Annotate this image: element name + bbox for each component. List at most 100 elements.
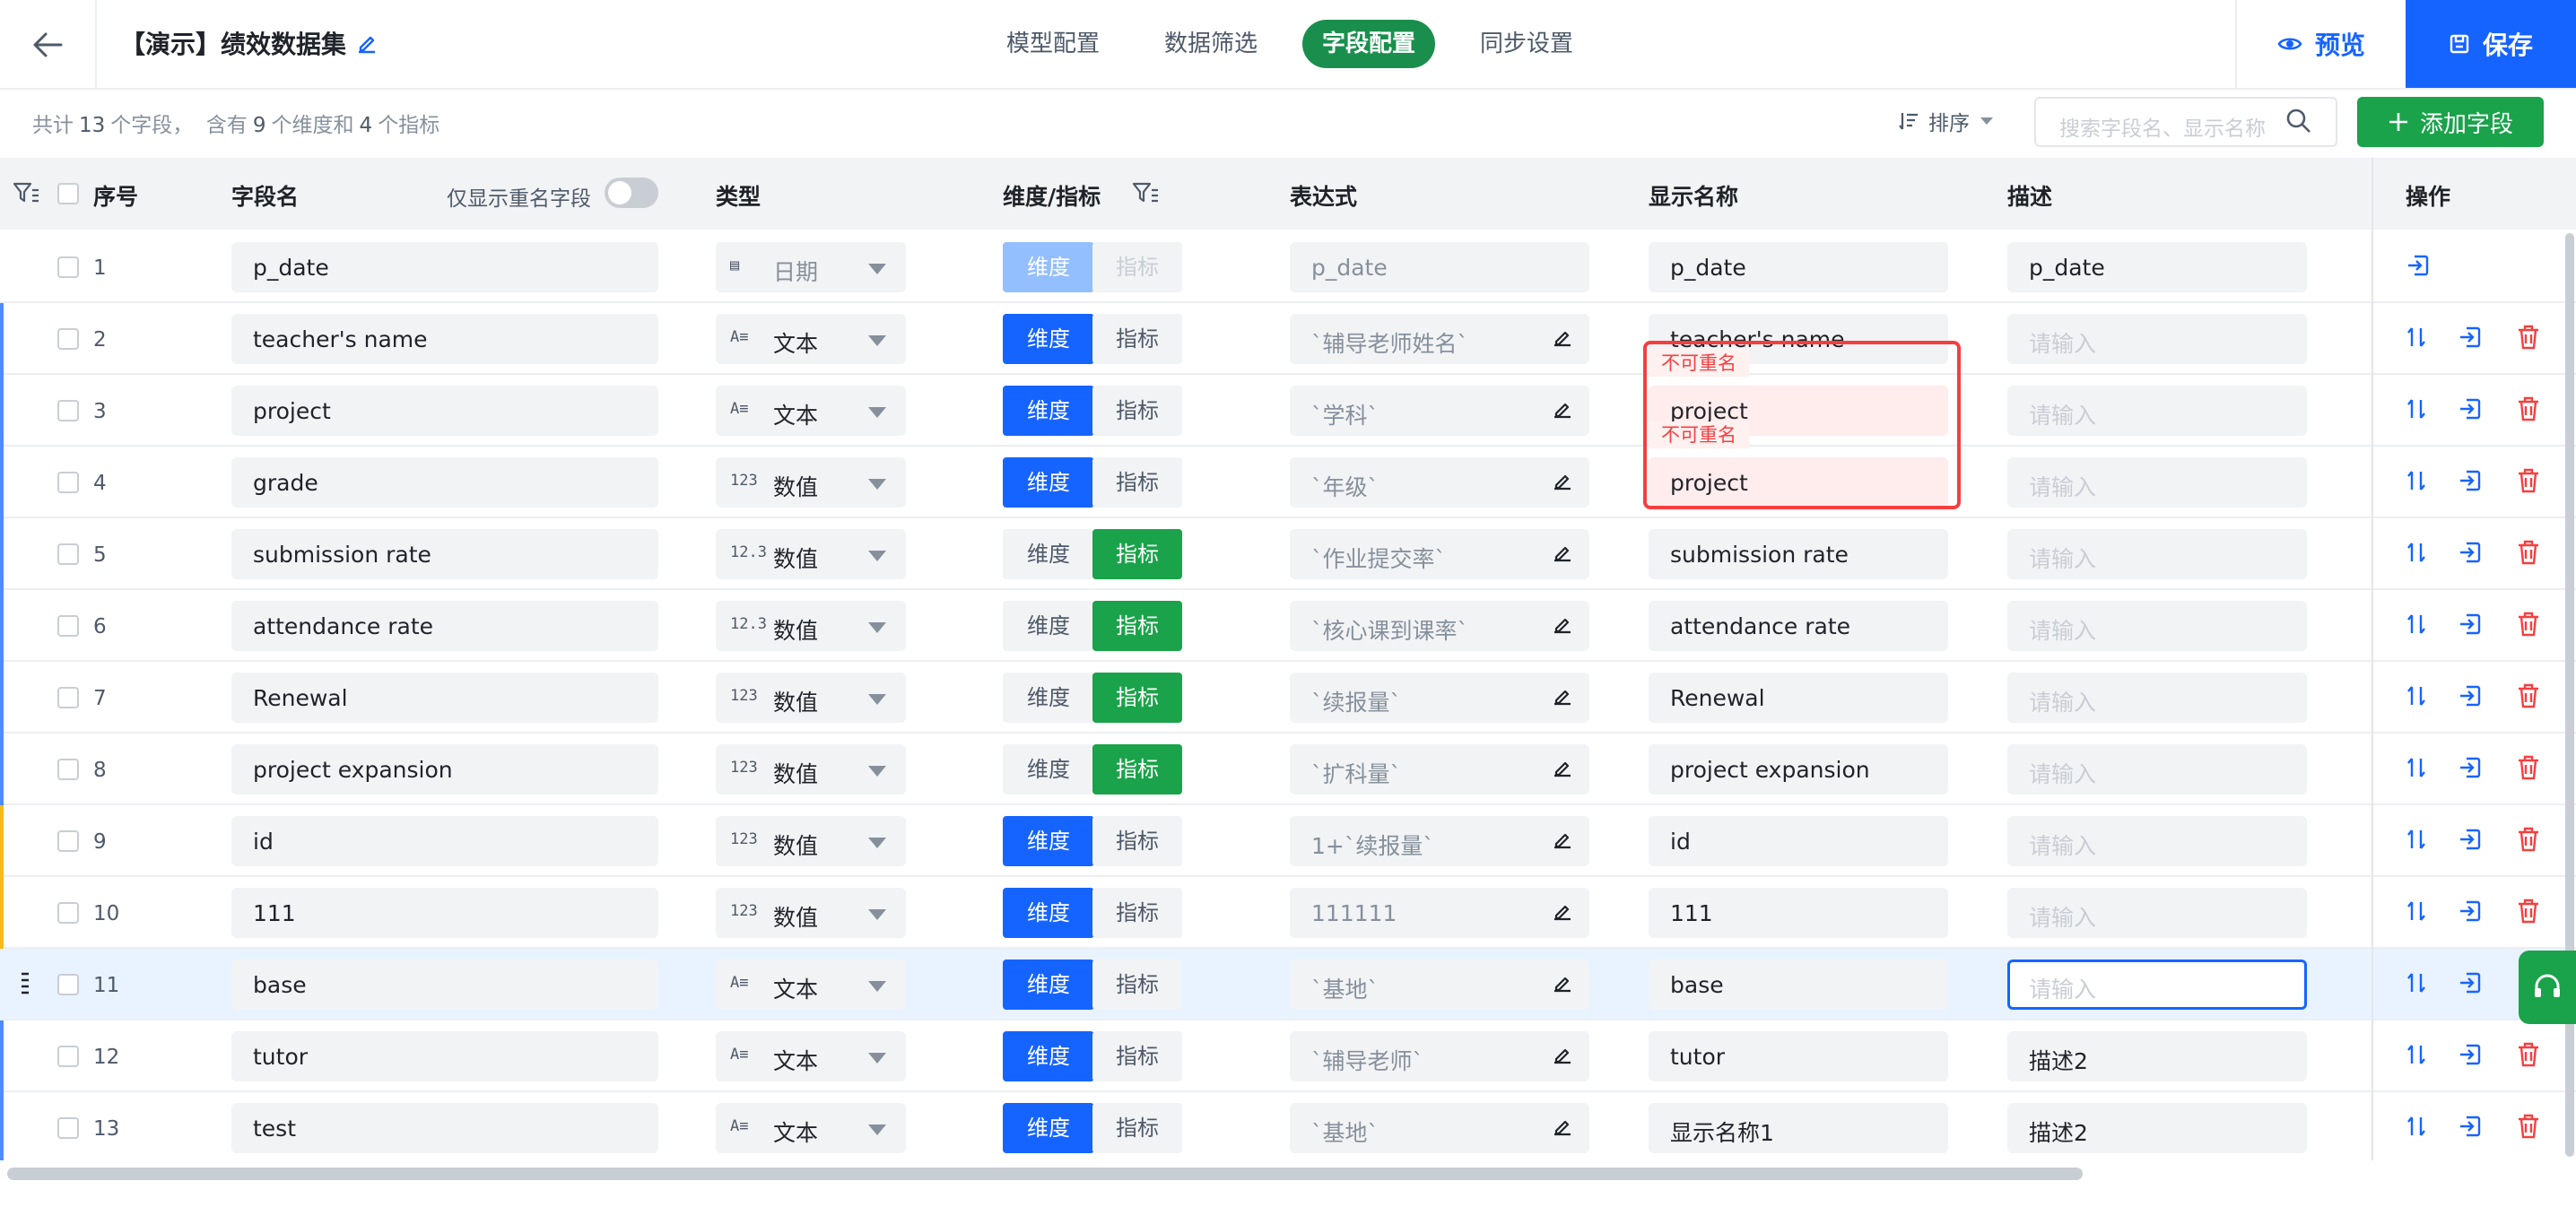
type-select[interactable]: 123 数值	[716, 457, 906, 508]
type-select[interactable]: A≡ 文本	[716, 1103, 906, 1153]
tab-model-config[interactable]: 模型配置	[987, 20, 1119, 68]
dimension-toggle[interactable]: 维度	[1003, 888, 1094, 938]
add-field-button[interactable]: 添加字段	[2357, 97, 2544, 147]
description-input[interactable]: 请输入	[2007, 457, 2307, 508]
display-name-input[interactable]: submission rate	[1649, 529, 1948, 579]
dimension-toggle[interactable]: 维度	[1003, 1103, 1094, 1153]
edit-expression-icon[interactable]	[1552, 1116, 1573, 1137]
row-checkbox[interactable]	[57, 974, 79, 995]
metric-toggle[interactable]: 指标	[1092, 386, 1182, 436]
type-select[interactable]: 12.3 数值	[716, 529, 906, 579]
row-checkbox[interactable]	[57, 615, 79, 637]
description-input[interactable]: 请输入	[2007, 601, 2307, 651]
edit-expression-icon[interactable]	[1552, 900, 1573, 922]
display-name-input[interactable]: id	[1649, 816, 1948, 866]
metric-toggle[interactable]: 指标	[1092, 673, 1182, 723]
preview-button[interactable]: 预览	[2235, 0, 2406, 88]
dimension-toggle[interactable]: 维度	[1003, 242, 1094, 292]
row-checkbox[interactable]	[57, 400, 79, 421]
type-select[interactable]: A≡ 文本	[716, 386, 906, 436]
row-checkbox[interactable]	[57, 1046, 79, 1067]
dim-metric-filter-icon[interactable]	[1132, 181, 1159, 206]
edit-expression-icon[interactable]	[1552, 613, 1573, 635]
edit-expression-icon[interactable]	[1552, 1044, 1573, 1065]
field-name-input[interactable]: grade	[231, 457, 658, 508]
row-checkbox[interactable]	[57, 472, 79, 493]
edit-expression-icon[interactable]	[1552, 757, 1573, 778]
description-input[interactable]: 描述2	[2007, 1031, 2307, 1081]
row-checkbox[interactable]	[57, 256, 79, 278]
metric-toggle[interactable]: 指标	[1092, 601, 1182, 651]
metric-toggle[interactable]: 指标	[1092, 888, 1182, 938]
filter-icon[interactable]	[13, 181, 39, 206]
description-input[interactable]: 描述2	[2007, 1103, 2307, 1153]
dimension-toggle[interactable]: 维度	[1003, 457, 1094, 508]
type-select[interactable]: A≡ 文本	[716, 1031, 906, 1081]
field-name-input[interactable]: base	[231, 960, 658, 1010]
field-name-input[interactable]: Renewal	[231, 673, 658, 723]
row-checkbox[interactable]	[57, 902, 79, 924]
edit-expression-icon[interactable]	[1552, 829, 1573, 850]
field-name-input[interactable]: submission rate	[231, 529, 658, 579]
metric-toggle[interactable]: 指标	[1092, 314, 1182, 364]
dimension-toggle[interactable]: 维度	[1003, 673, 1094, 723]
type-select[interactable]: A≡ 文本	[716, 314, 906, 364]
metric-toggle[interactable]: 指标	[1092, 242, 1182, 292]
row-checkbox[interactable]	[57, 759, 79, 780]
display-name-input[interactable]: attendance rate	[1649, 601, 1948, 651]
description-input[interactable]: 请输入	[2007, 529, 2307, 579]
edit-expression-icon[interactable]	[1552, 972, 1573, 994]
type-select[interactable]: 123 数值	[716, 673, 906, 723]
dimension-toggle[interactable]: 维度	[1003, 601, 1094, 651]
display-name-input[interactable]: p_date	[1649, 242, 1948, 292]
display-name-input[interactable]: Renewal	[1649, 673, 1948, 723]
row-checkbox[interactable]	[57, 830, 79, 852]
type-select[interactable]: 123 数值	[716, 888, 906, 938]
horizontal-scroll-thumb[interactable]	[7, 1168, 2083, 1180]
only-duplicates-toggle[interactable]	[605, 178, 658, 208]
metric-toggle[interactable]: 指标	[1092, 816, 1182, 866]
description-input[interactable]: 请输入	[2007, 888, 2307, 938]
row-checkbox[interactable]	[57, 543, 79, 565]
edit-expression-icon[interactable]	[1552, 542, 1573, 563]
back-button[interactable]	[0, 0, 97, 90]
edit-expression-icon[interactable]	[1552, 685, 1573, 707]
field-name-input[interactable]: p_date	[231, 242, 658, 292]
row-checkbox[interactable]	[57, 328, 79, 350]
field-name-input[interactable]: teacher's name	[231, 314, 658, 364]
drag-handle-icon[interactable]	[20, 970, 30, 997]
field-name-input[interactable]: project	[231, 386, 658, 436]
tab-field-config[interactable]: 字段配置	[1302, 20, 1436, 68]
row-checkbox[interactable]	[57, 687, 79, 708]
dimension-toggle[interactable]: 维度	[1003, 386, 1094, 436]
description-input[interactable]: 请输入	[2007, 960, 2307, 1010]
description-input[interactable]: 请输入	[2007, 744, 2307, 795]
type-select[interactable]: 12.3 数值	[716, 601, 906, 651]
dimension-toggle[interactable]: 维度	[1003, 529, 1094, 579]
display-name-input[interactable]: base	[1649, 960, 1948, 1010]
edit-expression-icon[interactable]	[1552, 398, 1573, 420]
description-input[interactable]: 请输入	[2007, 386, 2307, 436]
display-name-input[interactable]: tutor	[1649, 1031, 1948, 1081]
field-name-input[interactable]: 111	[231, 888, 658, 938]
field-name-input[interactable]: test	[231, 1103, 658, 1153]
field-name-input[interactable]: attendance rate	[231, 601, 658, 651]
row-checkbox[interactable]	[57, 1117, 79, 1139]
edit-expression-icon[interactable]	[1552, 326, 1573, 348]
display-name-input[interactable]: 111	[1649, 888, 1948, 938]
save-button[interactable]: 保存	[2406, 0, 2576, 88]
metric-toggle[interactable]: 指标	[1092, 960, 1182, 1010]
metric-toggle[interactable]: 指标	[1092, 1103, 1182, 1153]
edit-expression-icon[interactable]	[1552, 470, 1573, 491]
dimension-toggle[interactable]: 维度	[1003, 816, 1094, 866]
dimension-toggle[interactable]: 维度	[1003, 744, 1094, 795]
select-all-checkbox[interactable]	[57, 183, 79, 204]
description-input[interactable]: p_date	[2007, 242, 2307, 292]
metric-toggle[interactable]: 指标	[1092, 1031, 1182, 1081]
metric-toggle[interactable]: 指标	[1092, 744, 1182, 795]
dimension-toggle[interactable]: 维度	[1003, 960, 1094, 1010]
metric-toggle[interactable]: 指标	[1092, 457, 1182, 508]
description-input[interactable]: 请输入	[2007, 314, 2307, 364]
type-select[interactable]: 123 数值	[716, 816, 906, 866]
edit-title-icon[interactable]	[355, 32, 379, 56]
